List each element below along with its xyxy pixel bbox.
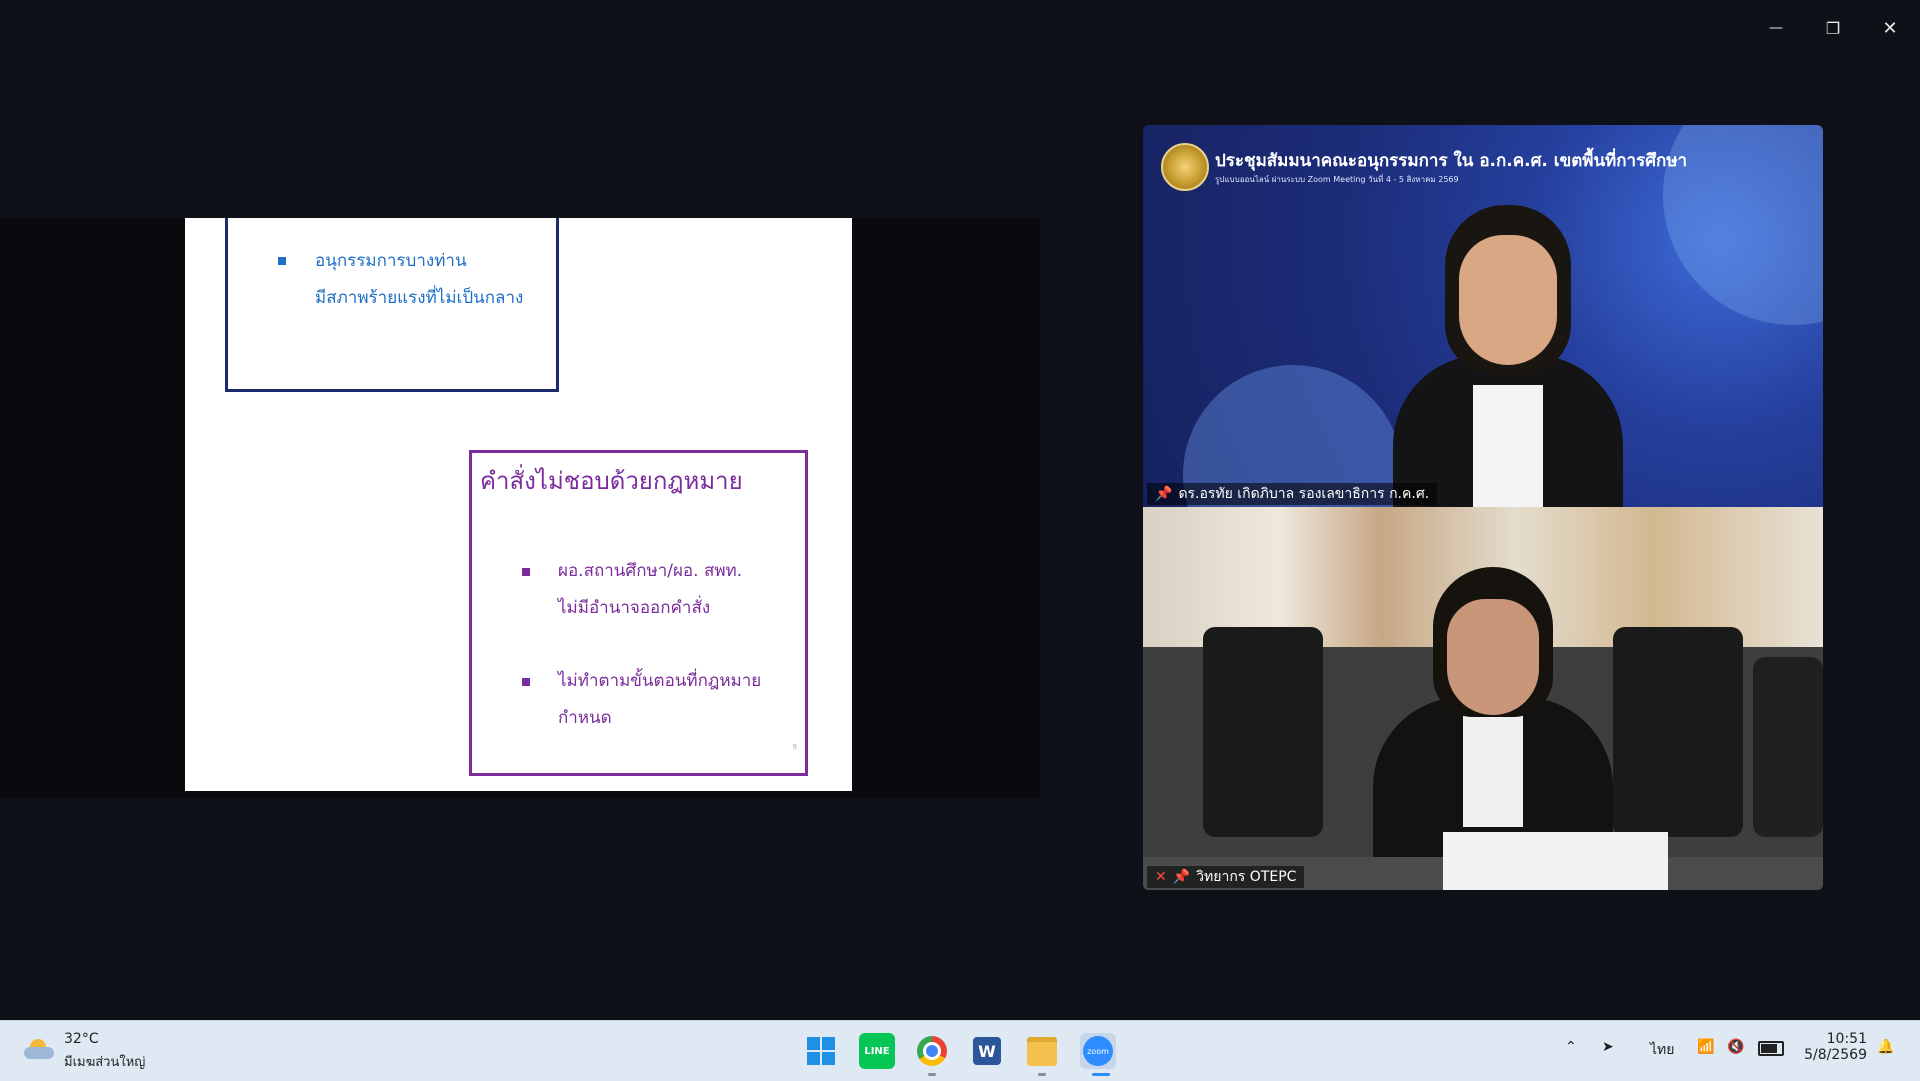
- word-icon: W: [973, 1037, 1001, 1065]
- top-content-box: อนุกรรมการบางท่าน มีสภาพร้ายแรงที่ไม่เป็…: [225, 218, 559, 392]
- battery-icon[interactable]: [1758, 1041, 1784, 1056]
- bullet-icon: [278, 257, 286, 265]
- slide-page-number: 9: [792, 743, 797, 751]
- taskbar-app-word[interactable]: W: [969, 1033, 1005, 1069]
- running-indicator: [928, 1073, 936, 1076]
- taskbar-app-line[interactable]: LINE: [859, 1033, 895, 1069]
- box-heading: คำสั่งไม่ชอบด้วยกฎหมาย: [480, 467, 743, 495]
- video-tile-speaker[interactable]: ✕ 📌 วิทยากร OTEPC: [1143, 507, 1823, 890]
- banner-title: ประชุมสัมมนาคณะอนุกรรมการ ใน อ.ก.ค.ศ. เข…: [1215, 151, 1688, 171]
- notification-bell-icon[interactable]: 🔔: [1877, 1039, 1894, 1055]
- running-indicator: [1038, 1073, 1046, 1076]
- taskbar: 32°C มีเมฆส่วนใหญ่ LINE W zoom ⌃ ➤ ไทย 📶…: [0, 1020, 1920, 1081]
- bottom-content-box: คำสั่งไม่ชอบด้วยกฎหมาย ผอ.สถานศึกษา/ผอ. …: [469, 450, 808, 776]
- bullet-icon: [522, 678, 530, 686]
- wifi-icon[interactable]: 📶: [1697, 1039, 1714, 1055]
- presentation-slide: อนุกรรมการบางท่าน มีสภาพร้ายแรงที่ไม่เป็…: [185, 218, 852, 791]
- bullet-text: มีสภาพร้ายแรงที่ไม่เป็นกลาง: [315, 288, 524, 308]
- mic-muted-icon: ✕: [1155, 869, 1167, 885]
- pin-icon: 📌: [1172, 869, 1191, 885]
- start-button[interactable]: [803, 1033, 839, 1069]
- show-hidden-icons-chevron-icon[interactable]: ⌃: [1565, 1039, 1577, 1055]
- clock-date: 5/8/2569: [1804, 1047, 1867, 1063]
- bullet-text: ไม่ทำตามขั้นตอนที่กฎหมาย: [558, 671, 762, 691]
- taskbar-app-chrome[interactable]: [914, 1033, 950, 1069]
- taskbar-app-zoom[interactable]: zoom: [1080, 1033, 1116, 1069]
- chair-left: [1203, 627, 1323, 837]
- bullet-text: ไม่มีอำนาจออกคำสั่ง: [558, 598, 711, 618]
- participant-name: วิทยากร OTEPC: [1196, 869, 1297, 885]
- weather-cloud-icon: [24, 1039, 54, 1059]
- bullet-icon: [522, 568, 530, 576]
- video-tile-host[interactable]: ประชุมสัมมนาคณะอนุกรรมการ ใน อ.ก.ค.ศ. เข…: [1143, 125, 1823, 507]
- participant-name: ดร.อรทัย เกิดภิบาล รองเลขาธิการ ก.ค.ศ.: [1178, 486, 1430, 502]
- location-icon[interactable]: ➤: [1602, 1039, 1614, 1055]
- chrome-icon: [917, 1036, 947, 1066]
- desk-paper: [1443, 832, 1668, 890]
- close-button[interactable]: ✕: [1872, 14, 1908, 42]
- restore-icon: ❐: [1825, 18, 1841, 38]
- weather-widget[interactable]: 32°C มีเมฆส่วนใหญ่: [20, 1029, 160, 1073]
- input-language[interactable]: ไทย: [1650, 1039, 1674, 1061]
- bullet-text: กำหนด: [558, 708, 612, 728]
- weather-temperature: 32°C: [64, 1031, 99, 1047]
- participant-name-label: ✕ 📌 วิทยากร OTEPC: [1147, 866, 1305, 888]
- organization-logo: [1161, 143, 1209, 191]
- chair-far-right: [1753, 657, 1823, 837]
- clock[interactable]: 10:51 5/8/2569: [1795, 1031, 1867, 1063]
- bullet-text: อนุกรรมการบางท่าน: [315, 251, 467, 271]
- close-icon: ✕: [1882, 17, 1898, 39]
- zoom-icon: zoom: [1083, 1036, 1113, 1066]
- pin-icon: 📌: [1155, 486, 1173, 502]
- participant-name-label: 📌 ดร.อรทัย เกิดภิบาล รองเลขาธิการ ก.ค.ศ.: [1147, 483, 1438, 505]
- restore-button[interactable]: ❐: [1815, 14, 1851, 42]
- bullet-text: ผอ.สถานศึกษา/ผอ. สพท.: [558, 561, 743, 581]
- taskbar-app-file-explorer[interactable]: [1024, 1033, 1060, 1069]
- participant-video: [1363, 185, 1653, 507]
- running-indicator: [1092, 1073, 1110, 1076]
- volume-muted-icon[interactable]: 🔇: [1727, 1039, 1744, 1055]
- line-icon: LINE: [864, 1045, 890, 1057]
- minimize-icon: —: [1769, 20, 1783, 36]
- weather-description: มีเมฆส่วนใหญ่: [64, 1055, 146, 1070]
- minimize-button[interactable]: —: [1758, 14, 1794, 42]
- windows-logo-icon: [807, 1037, 835, 1065]
- clock-time: 10:51: [1826, 1031, 1867, 1047]
- folder-icon: [1027, 1036, 1057, 1066]
